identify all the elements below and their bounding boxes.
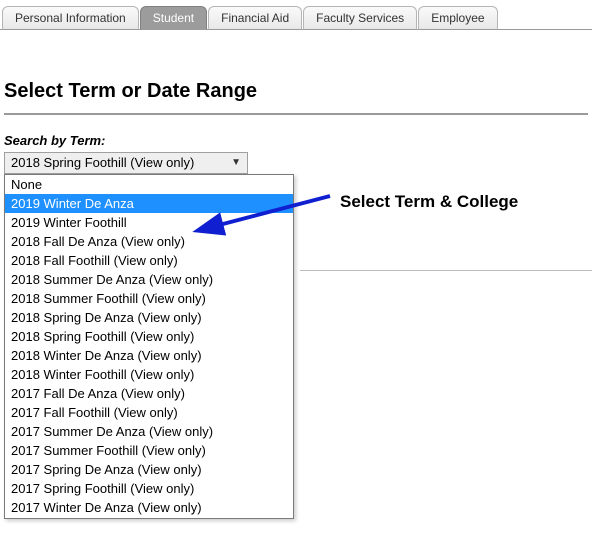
term-option[interactable]: 2017 Summer Foothill (View only) [5,441,293,460]
term-option[interactable]: 2018 Fall De Anza (View only) [5,232,293,251]
term-option[interactable]: 2018 Summer De Anza (View only) [5,270,293,289]
term-option[interactable]: None [5,175,293,194]
main-tabs: Personal Information Student Financial A… [0,0,592,30]
tab-financial-aid[interactable]: Financial Aid [208,6,302,30]
title-rule [4,113,588,115]
tab-label: Financial Aid [221,11,289,25]
tab-label: Employee [431,11,484,25]
divider [300,270,592,271]
term-select[interactable]: 2018 Spring Foothill (View only) ▼ None2… [4,152,248,174]
search-by-term-label: Search by Term: [4,133,592,148]
term-option[interactable]: 2018 Summer Foothill (View only) [5,289,293,308]
tabs-trail [499,29,590,30]
term-option[interactable]: 2017 Fall Foothill (View only) [5,403,293,422]
term-option[interactable]: 2017 Winter De Anza (View only) [5,498,293,517]
term-option[interactable]: 2018 Winter De Anza (View only) [5,346,293,365]
annotation-text: Select Term & College [340,192,518,212]
term-dropdown: None2019 Winter De Anza2019 Winter Footh… [4,174,294,519]
term-select-value: 2018 Spring Foothill (View only) [11,153,194,173]
term-option[interactable]: 2017 Fall De Anza (View only) [5,384,293,403]
term-option[interactable]: 2019 Winter De Anza [5,194,293,213]
tab-label: Personal Information [15,11,126,25]
tab-personal-information[interactable]: Personal Information [2,6,139,30]
tab-student[interactable]: Student [140,6,207,30]
chevron-down-icon: ▼ [231,153,241,173]
term-option[interactable]: 2019 Winter Foothill [5,213,293,232]
term-select-display[interactable]: 2018 Spring Foothill (View only) ▼ [4,152,248,174]
tab-faculty-services[interactable]: Faculty Services [303,6,417,30]
term-option[interactable]: 2018 Fall Foothill (View only) [5,251,293,270]
term-option[interactable]: 2017 Spring De Anza (View only) [5,460,293,479]
tab-employee[interactable]: Employee [418,6,497,30]
term-option[interactable]: 2017 Spring Foothill (View only) [5,479,293,498]
term-dropdown-list[interactable]: None2019 Winter De Anza2019 Winter Footh… [5,175,293,519]
term-option[interactable]: 2018 Spring Foothill (View only) [5,327,293,346]
term-option[interactable]: 2018 Winter Foothill (View only) [5,365,293,384]
term-option[interactable]: 2018 Spring De Anza (View only) [5,308,293,327]
page-title: Select Term or Date Range [4,80,592,103]
tab-label: Faculty Services [316,11,404,25]
tab-label: Student [153,11,194,25]
term-option[interactable]: 2017 Winter Foothill (View only) [5,517,293,519]
term-option[interactable]: 2017 Summer De Anza (View only) [5,422,293,441]
